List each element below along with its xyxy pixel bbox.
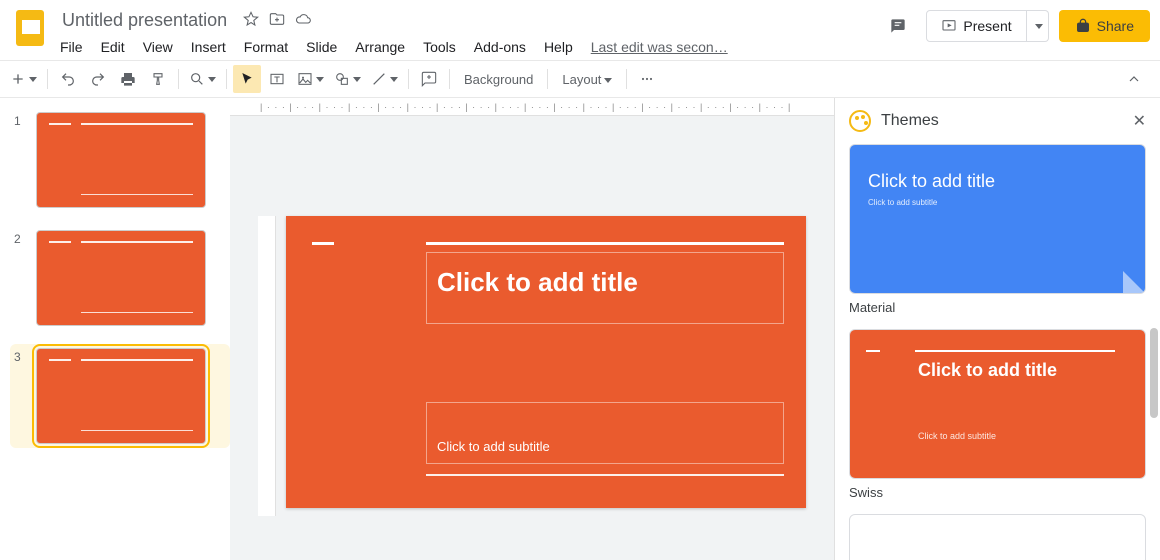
- present-label: Present: [963, 18, 1011, 34]
- filmstrip: 1 2 3: [0, 98, 230, 560]
- doc-title[interactable]: Untitled presentation: [58, 8, 231, 33]
- vertical-ruler[interactable]: [258, 216, 276, 516]
- title-block: Untitled presentation File Edit View Ins…: [58, 8, 880, 57]
- slides-logo[interactable]: [10, 8, 50, 48]
- theme-card-next[interactable]: Click to add title: [849, 514, 1146, 560]
- chevron-down-icon: [353, 77, 361, 82]
- toolbar: Background Layout: [0, 60, 1160, 98]
- themes-icon: [849, 110, 871, 132]
- theme-card-subtitle: Click to add subtitle: [868, 198, 1127, 207]
- menu-addons[interactable]: Add-ons: [472, 37, 528, 57]
- textbox-tool-button[interactable]: [263, 65, 291, 93]
- star-icon[interactable]: [243, 11, 259, 30]
- themes-list[interactable]: Click to add title Click to add subtitle…: [835, 144, 1160, 560]
- more-options-button[interactable]: [633, 65, 661, 93]
- chevron-down-icon: [29, 77, 37, 82]
- menu-file[interactable]: File: [58, 37, 85, 57]
- slide-number: 1: [14, 112, 28, 128]
- menu-bar: File Edit View Insert Format Slide Arran…: [58, 37, 880, 57]
- layout-label: Layout: [562, 72, 601, 87]
- menu-edit[interactable]: Edit: [99, 37, 127, 57]
- theme-card-title: Click to add title: [918, 360, 1127, 381]
- redo-button[interactable]: [84, 65, 112, 93]
- themes-panel: Themes ✕ Click to add title Click to add…: [834, 98, 1160, 560]
- chevron-down-icon: [316, 77, 324, 82]
- canvas-area: | · · · | · · · | · · · | · · · | · · · …: [230, 98, 834, 560]
- present-dropdown[interactable]: [1027, 10, 1049, 42]
- page-fold-icon: [1123, 271, 1145, 293]
- last-edit-link[interactable]: Last edit was secon…: [589, 37, 730, 57]
- theme-label-material: Material: [849, 300, 1146, 315]
- background-button[interactable]: Background: [456, 72, 541, 87]
- line-tool-button[interactable]: [367, 65, 402, 93]
- collapse-toolbar-button[interactable]: [1120, 65, 1148, 93]
- present-button-group: Present: [926, 10, 1048, 42]
- theme-card-swiss[interactable]: Click to add title Click to add subtitle: [849, 329, 1146, 479]
- chevron-down-icon: [208, 77, 216, 82]
- app-header: Untitled presentation File Edit View Ins…: [0, 0, 1160, 60]
- open-comments-button[interactable]: [880, 8, 916, 44]
- menu-view[interactable]: View: [141, 37, 175, 57]
- share-label: Share: [1097, 18, 1134, 34]
- cloud-status-icon[interactable]: [295, 11, 311, 30]
- slide-canvas[interactable]: Click to add title Click to add subtitle: [286, 216, 806, 508]
- chevron-down-icon: [1035, 24, 1043, 29]
- zoom-button[interactable]: [185, 65, 220, 93]
- themes-scrollbar[interactable]: [1150, 328, 1158, 418]
- slide-number: 2: [14, 230, 28, 246]
- thumbnail-preview: [36, 112, 206, 208]
- slide-thumbnail-2[interactable]: 2: [10, 226, 230, 330]
- share-button[interactable]: Share: [1059, 10, 1150, 42]
- undo-button[interactable]: [54, 65, 82, 93]
- thumbnail-preview: [36, 348, 206, 444]
- add-comment-button[interactable]: [415, 65, 443, 93]
- main-area: 1 2 3 | · · · | · · · | · · · | · · · | …: [0, 98, 1160, 560]
- menu-format[interactable]: Format: [242, 37, 290, 57]
- title-placeholder[interactable]: Click to add title: [426, 252, 784, 324]
- slide-thumbnail-3[interactable]: 3: [10, 344, 230, 448]
- menu-insert[interactable]: Insert: [189, 37, 228, 57]
- theme-card-title: Click to add title: [868, 171, 1127, 192]
- menu-help[interactable]: Help: [542, 37, 575, 57]
- layout-button[interactable]: Layout: [554, 72, 620, 87]
- print-button[interactable]: [114, 65, 142, 93]
- close-panel-button[interactable]: ✕: [1133, 111, 1146, 131]
- menu-arrange[interactable]: Arrange: [353, 37, 407, 57]
- slide-thumbnail-1[interactable]: 1: [10, 108, 230, 212]
- shape-tool-button[interactable]: [330, 65, 365, 93]
- theme-card-subtitle: Click to add subtitle: [918, 431, 1127, 441]
- theme-label-swiss: Swiss: [849, 485, 1146, 500]
- image-tool-button[interactable]: [293, 65, 328, 93]
- chevron-down-icon: [604, 78, 612, 83]
- slide-accent-bottom: [426, 474, 784, 476]
- move-icon[interactable]: [269, 11, 285, 30]
- theme-card-material[interactable]: Click to add title Click to add subtitle: [849, 144, 1146, 294]
- new-slide-button[interactable]: [6, 65, 41, 93]
- themes-panel-title: Themes: [881, 112, 939, 130]
- menu-slide[interactable]: Slide: [304, 37, 339, 57]
- thumbnail-preview: [36, 230, 206, 326]
- select-tool-button[interactable]: [233, 65, 261, 93]
- subtitle-placeholder[interactable]: Click to add subtitle: [426, 402, 784, 464]
- chevron-down-icon: [390, 77, 398, 82]
- paint-format-button[interactable]: [144, 65, 172, 93]
- present-button[interactable]: Present: [926, 10, 1026, 42]
- slide-number: 3: [14, 348, 28, 364]
- menu-tools[interactable]: Tools: [421, 37, 458, 57]
- slides-logo-icon: [16, 10, 44, 46]
- slide-accent-long: [426, 242, 784, 245]
- horizontal-ruler[interactable]: | · · · | · · · | · · · | · · · | · · · …: [230, 98, 834, 116]
- slide-accent-short: [312, 242, 334, 245]
